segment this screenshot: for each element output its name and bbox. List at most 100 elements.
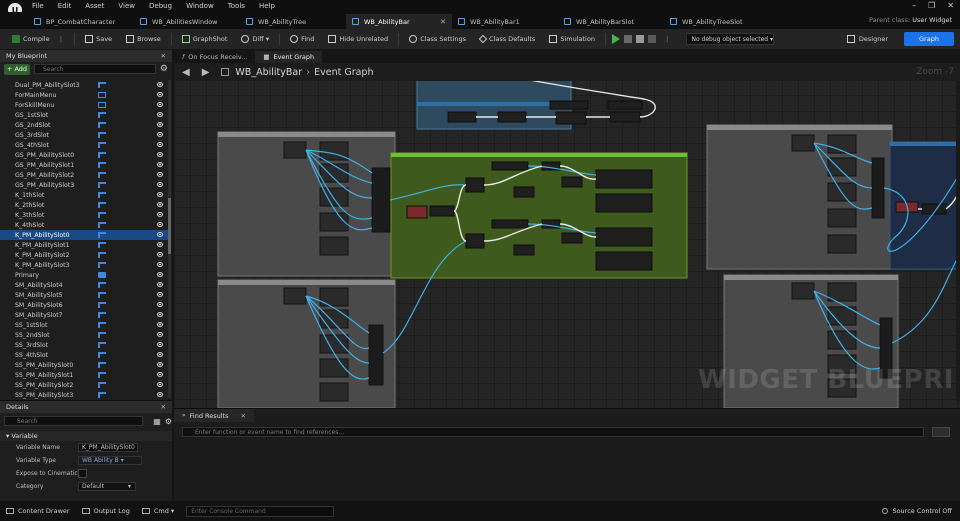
visibility-eye-icon[interactable] bbox=[157, 282, 163, 287]
graphshot-button[interactable]: GraphShot bbox=[178, 32, 232, 46]
visibility-eye-icon[interactable] bbox=[157, 392, 163, 397]
visibility-eye-icon[interactable] bbox=[157, 112, 163, 117]
visibility-eye-icon[interactable] bbox=[157, 362, 163, 367]
menu-tools[interactable]: Tools bbox=[228, 2, 245, 10]
visibility-eye-icon[interactable] bbox=[157, 322, 163, 327]
find-in-all-blueprints-button[interactable] bbox=[932, 427, 950, 437]
visibility-eye-icon[interactable] bbox=[157, 242, 163, 247]
grid-view-icon[interactable]: ▦ bbox=[153, 417, 161, 426]
doc-tab-wb-abilitytreeslot[interactable]: WB_AbilityTreeSlot bbox=[664, 14, 770, 29]
visibility-eye-icon[interactable] bbox=[157, 202, 163, 207]
doc-tab-wb-abilitybar1[interactable]: WB_AbilityBar1 bbox=[452, 14, 558, 29]
tab-on-focus-received[interactable]: f On Focus Receiv... bbox=[174, 51, 255, 63]
class-settings-button[interactable]: Class Settings bbox=[405, 32, 470, 46]
variable-row[interactable]: K_PM_AbilitySlot3 bbox=[0, 260, 168, 270]
settings-gear-icon[interactable]: ⚙ bbox=[165, 417, 172, 426]
variable-list-scrollbar[interactable] bbox=[168, 80, 171, 398]
expose-cinematics-checkbox[interactable] bbox=[78, 469, 87, 478]
nav-back-arrow-icon[interactable]: ◀ bbox=[182, 67, 190, 78]
step-icon[interactable] bbox=[623, 35, 632, 43]
visibility-eye-icon[interactable] bbox=[157, 302, 163, 307]
breadcrumb-blueprint-name[interactable]: WB_AbilityBar bbox=[235, 67, 302, 78]
visibility-eye-icon[interactable] bbox=[157, 292, 163, 297]
compile-button[interactable]: Compile bbox=[8, 32, 54, 46]
doc-tab-wb-abilitieswindow[interactable]: WB_AbilitiesWindow bbox=[134, 14, 240, 29]
variable-row[interactable]: SS_PM_AbilitySlot3 bbox=[0, 390, 168, 400]
stop-icon[interactable] bbox=[635, 35, 644, 43]
variable-row[interactable]: GS_PM_AbilitySlot0 bbox=[0, 150, 168, 160]
variable-row[interactable]: ForSkillMenu bbox=[0, 100, 168, 110]
variable-row[interactable]: Dual_PM_AbilitySlot3 bbox=[0, 80, 168, 90]
visibility-eye-icon[interactable] bbox=[157, 172, 163, 177]
nav-forward-arrow-icon[interactable]: ▶ bbox=[202, 67, 210, 78]
variable-row[interactable]: K_2thSlot bbox=[0, 200, 168, 210]
visibility-eye-icon[interactable] bbox=[157, 152, 163, 157]
content-drawer-button[interactable]: Content Drawer bbox=[6, 507, 70, 515]
panel-close-icon[interactable]: ✕ bbox=[161, 52, 166, 60]
visibility-eye-icon[interactable] bbox=[157, 382, 163, 387]
tab-close-icon[interactable]: ✕ bbox=[440, 18, 446, 26]
doc-tab-wb-abilitybarslot[interactable]: WB_AbilityBarSlot bbox=[558, 14, 664, 29]
variable-section-header[interactable]: ▾ Variable bbox=[0, 431, 172, 441]
close-icon[interactable]: ✕ bbox=[947, 1, 954, 10]
variable-row[interactable]: GS_PM_AbilitySlot1 bbox=[0, 160, 168, 170]
visibility-eye-icon[interactable] bbox=[157, 312, 163, 317]
variable-row[interactable]: SS_PM_AbilitySlot0 bbox=[0, 360, 168, 370]
output-log-button[interactable]: Output Log bbox=[81, 507, 130, 515]
variable-row[interactable]: K_PM_AbilitySlot1 bbox=[0, 240, 168, 250]
save-button[interactable]: Save bbox=[81, 32, 116, 46]
variable-row[interactable]: SS_2ndSlot bbox=[0, 330, 168, 340]
details-search-input[interactable]: Search bbox=[4, 416, 144, 426]
compile-options-button[interactable]: ⋮ bbox=[54, 32, 69, 46]
visibility-eye-icon[interactable] bbox=[157, 342, 163, 347]
visibility-eye-icon[interactable] bbox=[157, 92, 163, 97]
variable-row[interactable]: Primary bbox=[0, 270, 168, 280]
graph-scrollbar[interactable] bbox=[956, 81, 960, 401]
visibility-eye-icon[interactable] bbox=[157, 192, 163, 197]
doc-tab-bp-combatcharacter[interactable]: BP_CombatCharacter bbox=[28, 14, 134, 29]
find-button[interactable]: Find bbox=[286, 32, 318, 46]
visibility-eye-icon[interactable] bbox=[157, 332, 163, 337]
variable-row[interactable]: GS_PM_AbilitySlot3 bbox=[0, 180, 168, 190]
menu-window[interactable]: Window bbox=[186, 2, 214, 10]
visibility-eye-icon[interactable] bbox=[157, 222, 163, 227]
resume-icon[interactable] bbox=[647, 35, 656, 43]
menu-view[interactable]: View bbox=[118, 2, 135, 10]
class-defaults-button[interactable]: Class Defaults bbox=[476, 32, 539, 46]
breadcrumb-event-graph[interactable]: Event Graph bbox=[314, 67, 373, 78]
visibility-eye-icon[interactable] bbox=[157, 132, 163, 137]
settings-gear-icon[interactable]: ⚙ bbox=[160, 64, 168, 74]
variable-row[interactable]: K_PM_AbilitySlot0 bbox=[0, 230, 168, 240]
variable-row[interactable]: K_4thSlot bbox=[0, 220, 168, 230]
visibility-eye-icon[interactable] bbox=[157, 272, 163, 277]
browse-button[interactable]: Browse bbox=[122, 32, 165, 46]
menu-edit[interactable]: Edit bbox=[58, 2, 72, 10]
variable-name-field[interactable]: K_PM_AbilitySlot0 bbox=[78, 443, 138, 452]
variable-row[interactable]: SS_3rdSlot bbox=[0, 340, 168, 350]
visibility-eye-icon[interactable] bbox=[157, 232, 163, 237]
add-button[interactable]: + Add bbox=[4, 63, 30, 75]
play-icon[interactable] bbox=[611, 34, 620, 44]
menu-debug[interactable]: Debug bbox=[149, 2, 172, 10]
variable-type-select[interactable]: WB Ability B ▾ bbox=[78, 456, 142, 465]
visibility-eye-icon[interactable] bbox=[157, 252, 163, 257]
blueprint-search-input[interactable]: Search bbox=[34, 64, 156, 74]
visibility-eye-icon[interactable] bbox=[157, 372, 163, 377]
menu-asset[interactable]: Asset bbox=[85, 2, 104, 10]
variable-row[interactable]: SS_1stSlot bbox=[0, 320, 168, 330]
designer-button[interactable]: Designer bbox=[846, 32, 888, 46]
variable-row[interactable]: SS_PM_AbilitySlot1 bbox=[0, 370, 168, 380]
find-results-tab[interactable]: ⌕ Find Results ✕ bbox=[174, 409, 254, 422]
visibility-eye-icon[interactable] bbox=[157, 122, 163, 127]
variable-row[interactable]: K_PM_AbilitySlot2 bbox=[0, 250, 168, 260]
variable-row[interactable]: SM_AbilitySlot4 bbox=[0, 280, 168, 290]
visibility-eye-icon[interactable] bbox=[157, 102, 163, 107]
console-command-input[interactable]: Enter Console Command bbox=[186, 505, 335, 517]
visibility-eye-icon[interactable] bbox=[157, 212, 163, 217]
graph-button[interactable]: Graph bbox=[904, 32, 954, 46]
diff-button[interactable]: Diff ▾ bbox=[237, 32, 273, 46]
variable-row[interactable]: ForMainMenu bbox=[0, 90, 168, 100]
maximize-icon[interactable]: ❐ bbox=[928, 1, 935, 10]
parent-class-value[interactable]: User Widget bbox=[912, 16, 952, 24]
variable-row[interactable]: SM_AbilitySlot6 bbox=[0, 300, 168, 310]
